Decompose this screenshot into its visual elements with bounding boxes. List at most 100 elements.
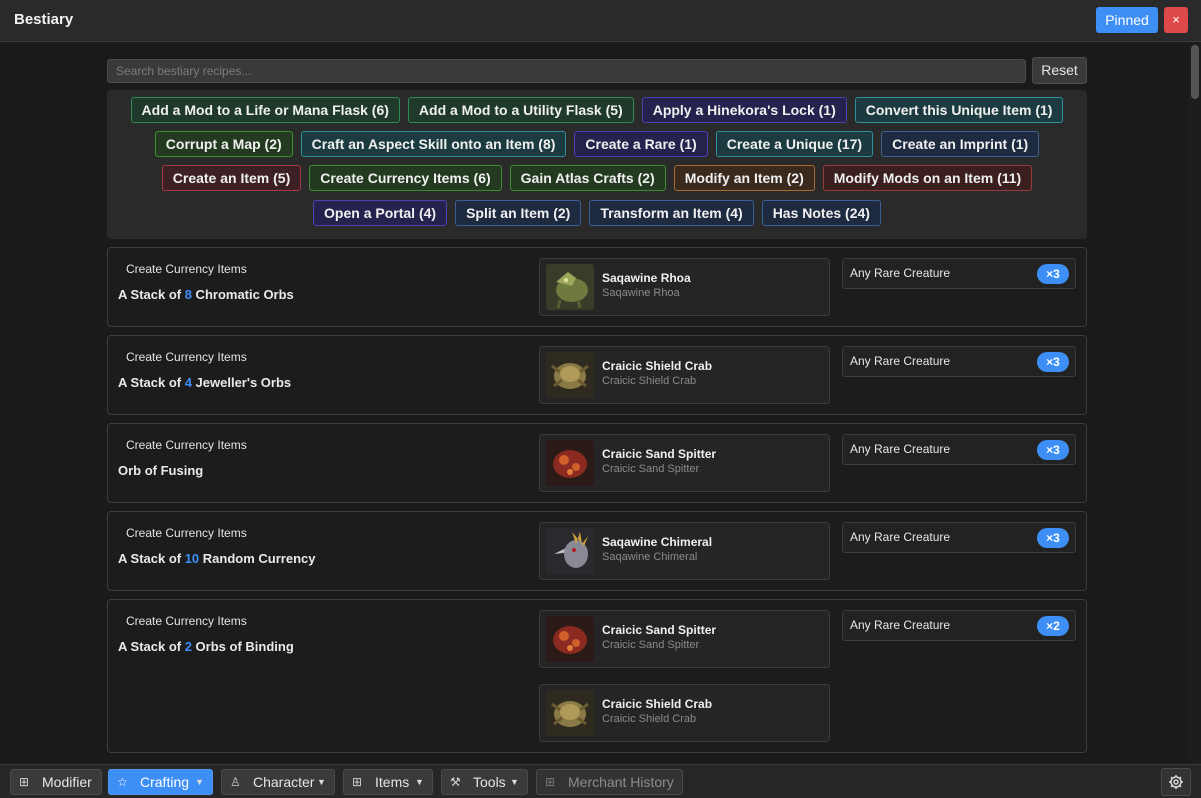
grid-icon: ⊞ [545,775,556,789]
nav-modifier[interactable]: ⊞ Modifier [10,769,102,795]
close-button[interactable]: × [1164,7,1188,33]
count-badge: ×3 [1037,440,1069,460]
scrollbar[interactable] [1189,43,1201,764]
bottom-nav-bar: ⊞ Modifier ☆ Crafting ▼ ♙ Character ▼ ⊞ … [0,764,1201,798]
wrench-icon: ⚒ [450,775,461,789]
reset-button[interactable]: Reset [1032,57,1087,84]
filter-chip[interactable]: Apply a Hinekora's Lock (1) [641,97,847,123]
filter-row: Add a Mod to a Life or Mana Flask (6) Ad… [107,97,1087,123]
count-badge: ×2 [1037,616,1069,636]
beast-card[interactable]: Saqawine Chimeral Saqawine Chimeral [539,522,830,580]
beast-name: Craicic Sand Spitter [602,623,717,637]
requirement-card: Any Rare Creature ×3 [842,258,1076,289]
count-badge: ×3 [1037,528,1069,548]
filter-chip[interactable]: Open a Portal (4) [313,200,448,226]
chimeral-icon [546,528,594,574]
filter-chip[interactable]: Create an Imprint (1) [881,131,1040,157]
gear-icon [1169,775,1183,789]
count-badge: ×3 [1037,352,1069,372]
beast-card[interactable]: Saqawine Rhoa Saqawine Rhoa [539,258,830,316]
person-icon: ♙ [230,775,241,789]
filter-chip[interactable]: Add a Mod to a Utility Flask (5) [407,97,634,123]
recipe-name: A Stack of 10 Random Currency [118,551,316,566]
beast-name: Craicic Shield Crab [602,359,713,373]
grid-icon: ⊞ [352,775,363,789]
filter-chip[interactable]: Create a Rare (1) [574,131,708,157]
filter-row: Open a Portal (4) Split an Item (2) Tran… [107,200,1087,226]
filter-chip[interactable]: Create a Unique (17) [715,131,874,157]
nav-tools[interactable]: ⚒ Tools ▼ [441,769,528,795]
nav-label: Items [375,774,410,790]
crab-icon [546,352,594,398]
filter-chip[interactable]: Split an Item (2) [455,200,582,226]
recipe-category: Create Currency Items [126,614,247,628]
category-filters: Add a Mod to a Life or Mana Flask (6) Ad… [107,90,1087,239]
beast-name: Saqawine Rhoa [602,271,691,285]
recipe-card: Create Currency Items Orb of Fusing Crai… [107,423,1087,503]
nav-items[interactable]: ⊞ Items ▼ [343,769,433,795]
beast-subtitle: Saqawine Chimeral [602,551,698,563]
filter-chip[interactable]: Gain Atlas Crafts (2) [509,165,666,191]
beast-card[interactable]: Craicic Shield Crab Craicic Shield Crab [539,346,830,404]
requirement-text: Any Rare Creature [850,530,951,544]
recipe-category: Create Currency Items [126,526,247,540]
recipe-name: A Stack of 4 Jeweller's Orbs [118,375,292,390]
bestiary-content: Reset Add a Mod to a Life or Mana Flask … [0,43,1201,764]
recipe-category: Create Currency Items [126,262,247,276]
nav-label: Tools [473,774,506,790]
filter-chip[interactable]: Corrupt a Map (2) [154,131,293,157]
filter-row: Create an Item (5) Create Currency Items… [107,165,1087,191]
filter-chip[interactable]: Create an Item (5) [161,165,302,191]
filter-chip[interactable]: Craft an Aspect Skill onto an Item (8) [300,131,567,157]
requirement-text: Any Rare Creature [850,354,951,368]
beast-card[interactable]: Craicic Sand Spitter Craicic Sand Spitte… [539,434,830,492]
count-badge: ×3 [1037,264,1069,284]
recipe-card: Create Currency Items A Stack of 8 Chrom… [107,247,1087,327]
beast-subtitle: Craicic Shield Crab [602,375,697,387]
chevron-down-icon: ▼ [195,777,204,787]
settings-button[interactable] [1161,768,1191,796]
filter-chip[interactable]: Transform an Item (4) [589,200,754,226]
crab-icon [546,690,594,736]
nav-character[interactable]: ♙ Character ▼ [221,769,335,795]
beast-name: Saqawine Chimeral [602,535,713,549]
requirement-card: Any Rare Creature ×3 [842,346,1076,377]
nav-crafting[interactable]: ☆ Crafting ▼ [108,769,213,795]
beast-name: Craicic Shield Crab [602,697,713,711]
spitter-icon [546,616,594,662]
star-icon: ☆ [117,775,128,789]
beast-name: Craicic Sand Spitter [602,447,717,461]
requirement-text: Any Rare Creature [850,266,951,280]
spitter-icon [546,440,594,486]
scrollbar-thumb[interactable] [1191,45,1199,99]
filter-chip[interactable]: Convert this Unique Item (1) [854,97,1064,123]
nav-label: Modifier [42,774,92,790]
chevron-down-icon: ▼ [317,777,326,787]
requirement-card: Any Rare Creature ×3 [842,434,1076,465]
filter-chip[interactable]: Modify Mods on an Item (11) [822,165,1033,191]
filter-chip[interactable]: Add a Mod to a Life or Mana Flask (6) [130,97,400,123]
requirement-text: Any Rare Creature [850,442,951,456]
recipe-category: Create Currency Items [126,350,247,364]
nav-label: Character [253,774,315,790]
recipe-category: Create Currency Items [126,438,247,452]
chevron-down-icon: ▼ [510,777,519,787]
pin-button[interactable]: Pinned [1096,7,1158,33]
requirement-card: Any Rare Creature ×3 [842,522,1076,553]
beast-card[interactable]: Craicic Sand Spitter Craicic Sand Spitte… [539,610,830,668]
search-input[interactable] [107,59,1026,83]
title-bar: Bestiary Pinned × [0,0,1201,42]
filter-row: Corrupt a Map (2) Craft an Aspect Skill … [107,131,1087,157]
beast-subtitle: Craicic Sand Spitter [602,463,700,475]
recipe-name: A Stack of 2 Orbs of Binding [118,639,294,654]
window-title: Bestiary [14,11,74,28]
beast-card[interactable]: Craicic Shield Crab Craicic Shield Crab [539,684,830,742]
filter-chip[interactable]: Modify an Item (2) [673,165,815,191]
recipe-name: Orb of Fusing [118,463,204,478]
nav-merchant-history[interactable]: ⊞ Merchant History [536,769,683,795]
rhoa-icon [546,264,594,310]
filter-chip[interactable]: Has Notes (24) [761,200,881,226]
nav-label: Merchant History [568,774,674,790]
filter-chip[interactable]: Create Currency Items (6) [309,165,502,191]
chevron-down-icon: ▼ [415,777,424,787]
